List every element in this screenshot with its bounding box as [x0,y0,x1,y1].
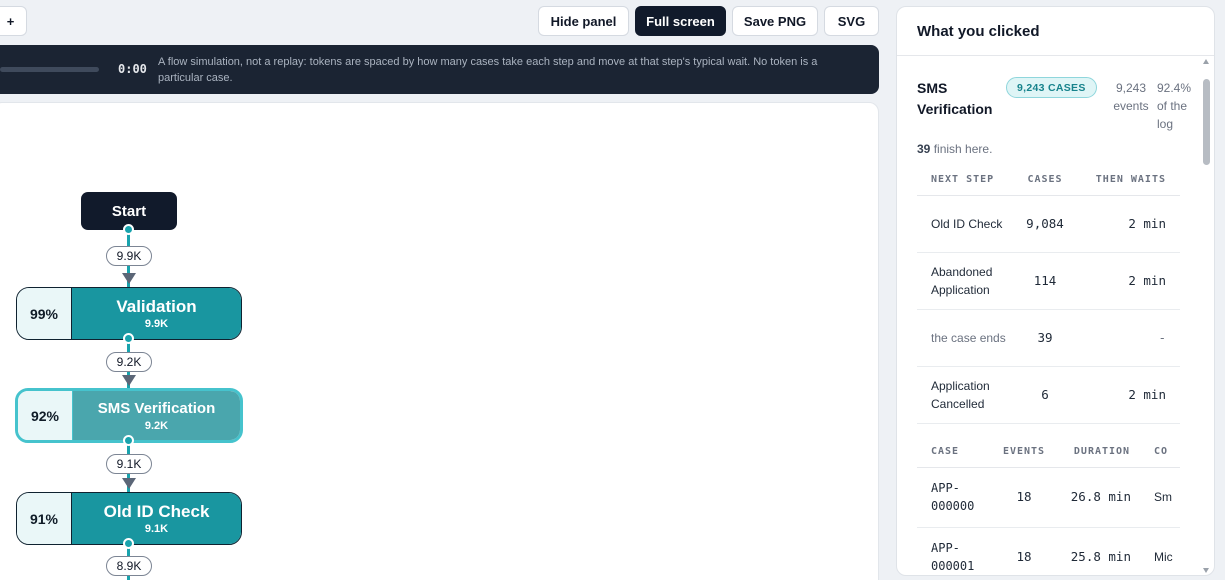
column-header: NEXT STEP [917,165,1015,196]
connector-count[interactable]: 9.2K [106,352,152,372]
connector-dot [123,538,134,549]
next-step-name: Old ID Check [917,195,1015,253]
panel-title: What you clicked [917,23,1040,40]
panel-scrollbar[interactable] [1203,59,1210,573]
case-table: CASE EVENTS DURATION CO APP-000000 18 26… [917,437,1180,575]
case-duration: 25.8 min [1059,527,1145,575]
case-id[interactable]: APP-000000 [917,467,989,528]
cases-badge: 9,243 CASES [1006,77,1097,98]
playback-banner: 0:00 A flow simulation, not a replay: to… [0,45,879,94]
connector-arrow-icon [122,375,136,386]
case-id[interactable]: APP-000001 [917,527,989,575]
next-step-wait: 2 min [1075,195,1180,253]
case-co: Sm [1145,467,1180,528]
step-count: 9.1K [144,522,169,535]
column-header: THEN WAITS [1075,165,1180,196]
next-step-cases: 39 [1015,309,1075,367]
panel-scroll-area[interactable]: SMS Verification 9,243 CASES 9,243 event… [897,56,1202,575]
connector-dot [123,333,134,344]
step-count: 9.9K [144,317,169,330]
column-header: CASE [917,437,989,468]
case-duration: 26.8 min [1059,467,1145,528]
case-events: 18 [989,467,1059,528]
scroll-up-icon[interactable] [1203,59,1209,64]
column-header: CO [1145,437,1180,468]
events-count: 9,243 events [1113,81,1149,113]
add-button[interactable]: + [0,6,27,36]
connector-arrow-icon [122,478,136,489]
log-share: 92.4% of the log [1157,81,1192,131]
table-row[interactable]: the case ends 39 - [917,309,1180,367]
next-step-wait: 2 min [1075,366,1180,424]
step-percent: 91% [17,493,72,544]
finish-info: 39 finish here. [917,142,992,156]
next-step-table: NEXT STEP CASES THEN WAITS Old ID Check … [917,165,1180,424]
connector-arrow-icon [122,273,136,284]
hide-panel-button[interactable]: Hide panel [538,6,629,36]
table-row[interactable]: Application Cancelled 6 2 min [917,366,1180,424]
step-name: SMS Verification [97,399,216,417]
table-row[interactable]: Old ID Check 9,084 2 min [917,195,1180,253]
connector-count[interactable]: 8.9K [106,556,152,576]
step-count: 9.2K [144,419,169,432]
table-row[interactable]: APP-000000 18 26.8 min Sm [917,467,1180,528]
table-row[interactable]: Abandoned Application 114 2 min [917,252,1180,310]
column-header: DURATION [1059,437,1145,468]
playback-time: 0:00 [118,62,147,76]
next-step-cases: 9,084 [1015,195,1075,253]
next-step-name: Abandoned Application [917,252,1015,310]
scrollbar-thumb[interactable] [1203,79,1210,165]
finish-count: 39 [917,142,931,156]
step-percent: 92% [18,391,73,440]
step-percent: 99% [17,288,72,339]
scroll-down-icon[interactable] [1203,568,1209,573]
save-svg-button[interactable]: SVG [824,6,879,36]
next-step-name: the case ends [917,309,1015,367]
next-step-name: Application Cancelled [917,366,1015,424]
next-step-cases: 114 [1015,252,1075,310]
next-step-cases: 6 [1015,366,1075,424]
selected-node-name: SMS Verification [917,80,993,117]
next-step-wait: - [1075,309,1180,367]
case-events: 18 [989,527,1059,575]
details-panel: What you clicked SMS Verification 9,243 … [896,6,1215,576]
save-png-button[interactable]: Save PNG [732,6,818,36]
column-header: EVENTS [989,437,1059,468]
table-row[interactable]: APP-000001 18 25.8 min Mic [917,527,1180,575]
connector-dot [123,435,134,446]
connector-count[interactable]: 9.1K [106,454,152,474]
playback-scrubber[interactable] [0,67,99,72]
step-name: Old ID Check [103,501,210,521]
full-screen-button[interactable]: Full screen [635,6,726,36]
column-header: CASES [1015,165,1075,196]
simulation-note: A flow simulation, not a replay: tokens … [158,56,818,84]
step-name: Validation [116,296,197,316]
next-step-wait: 2 min [1075,252,1180,310]
connector-count[interactable]: 9.9K [106,246,152,266]
finish-text: finish here. [933,142,993,156]
connector-dot [123,224,134,235]
case-co: Mic [1145,527,1180,575]
